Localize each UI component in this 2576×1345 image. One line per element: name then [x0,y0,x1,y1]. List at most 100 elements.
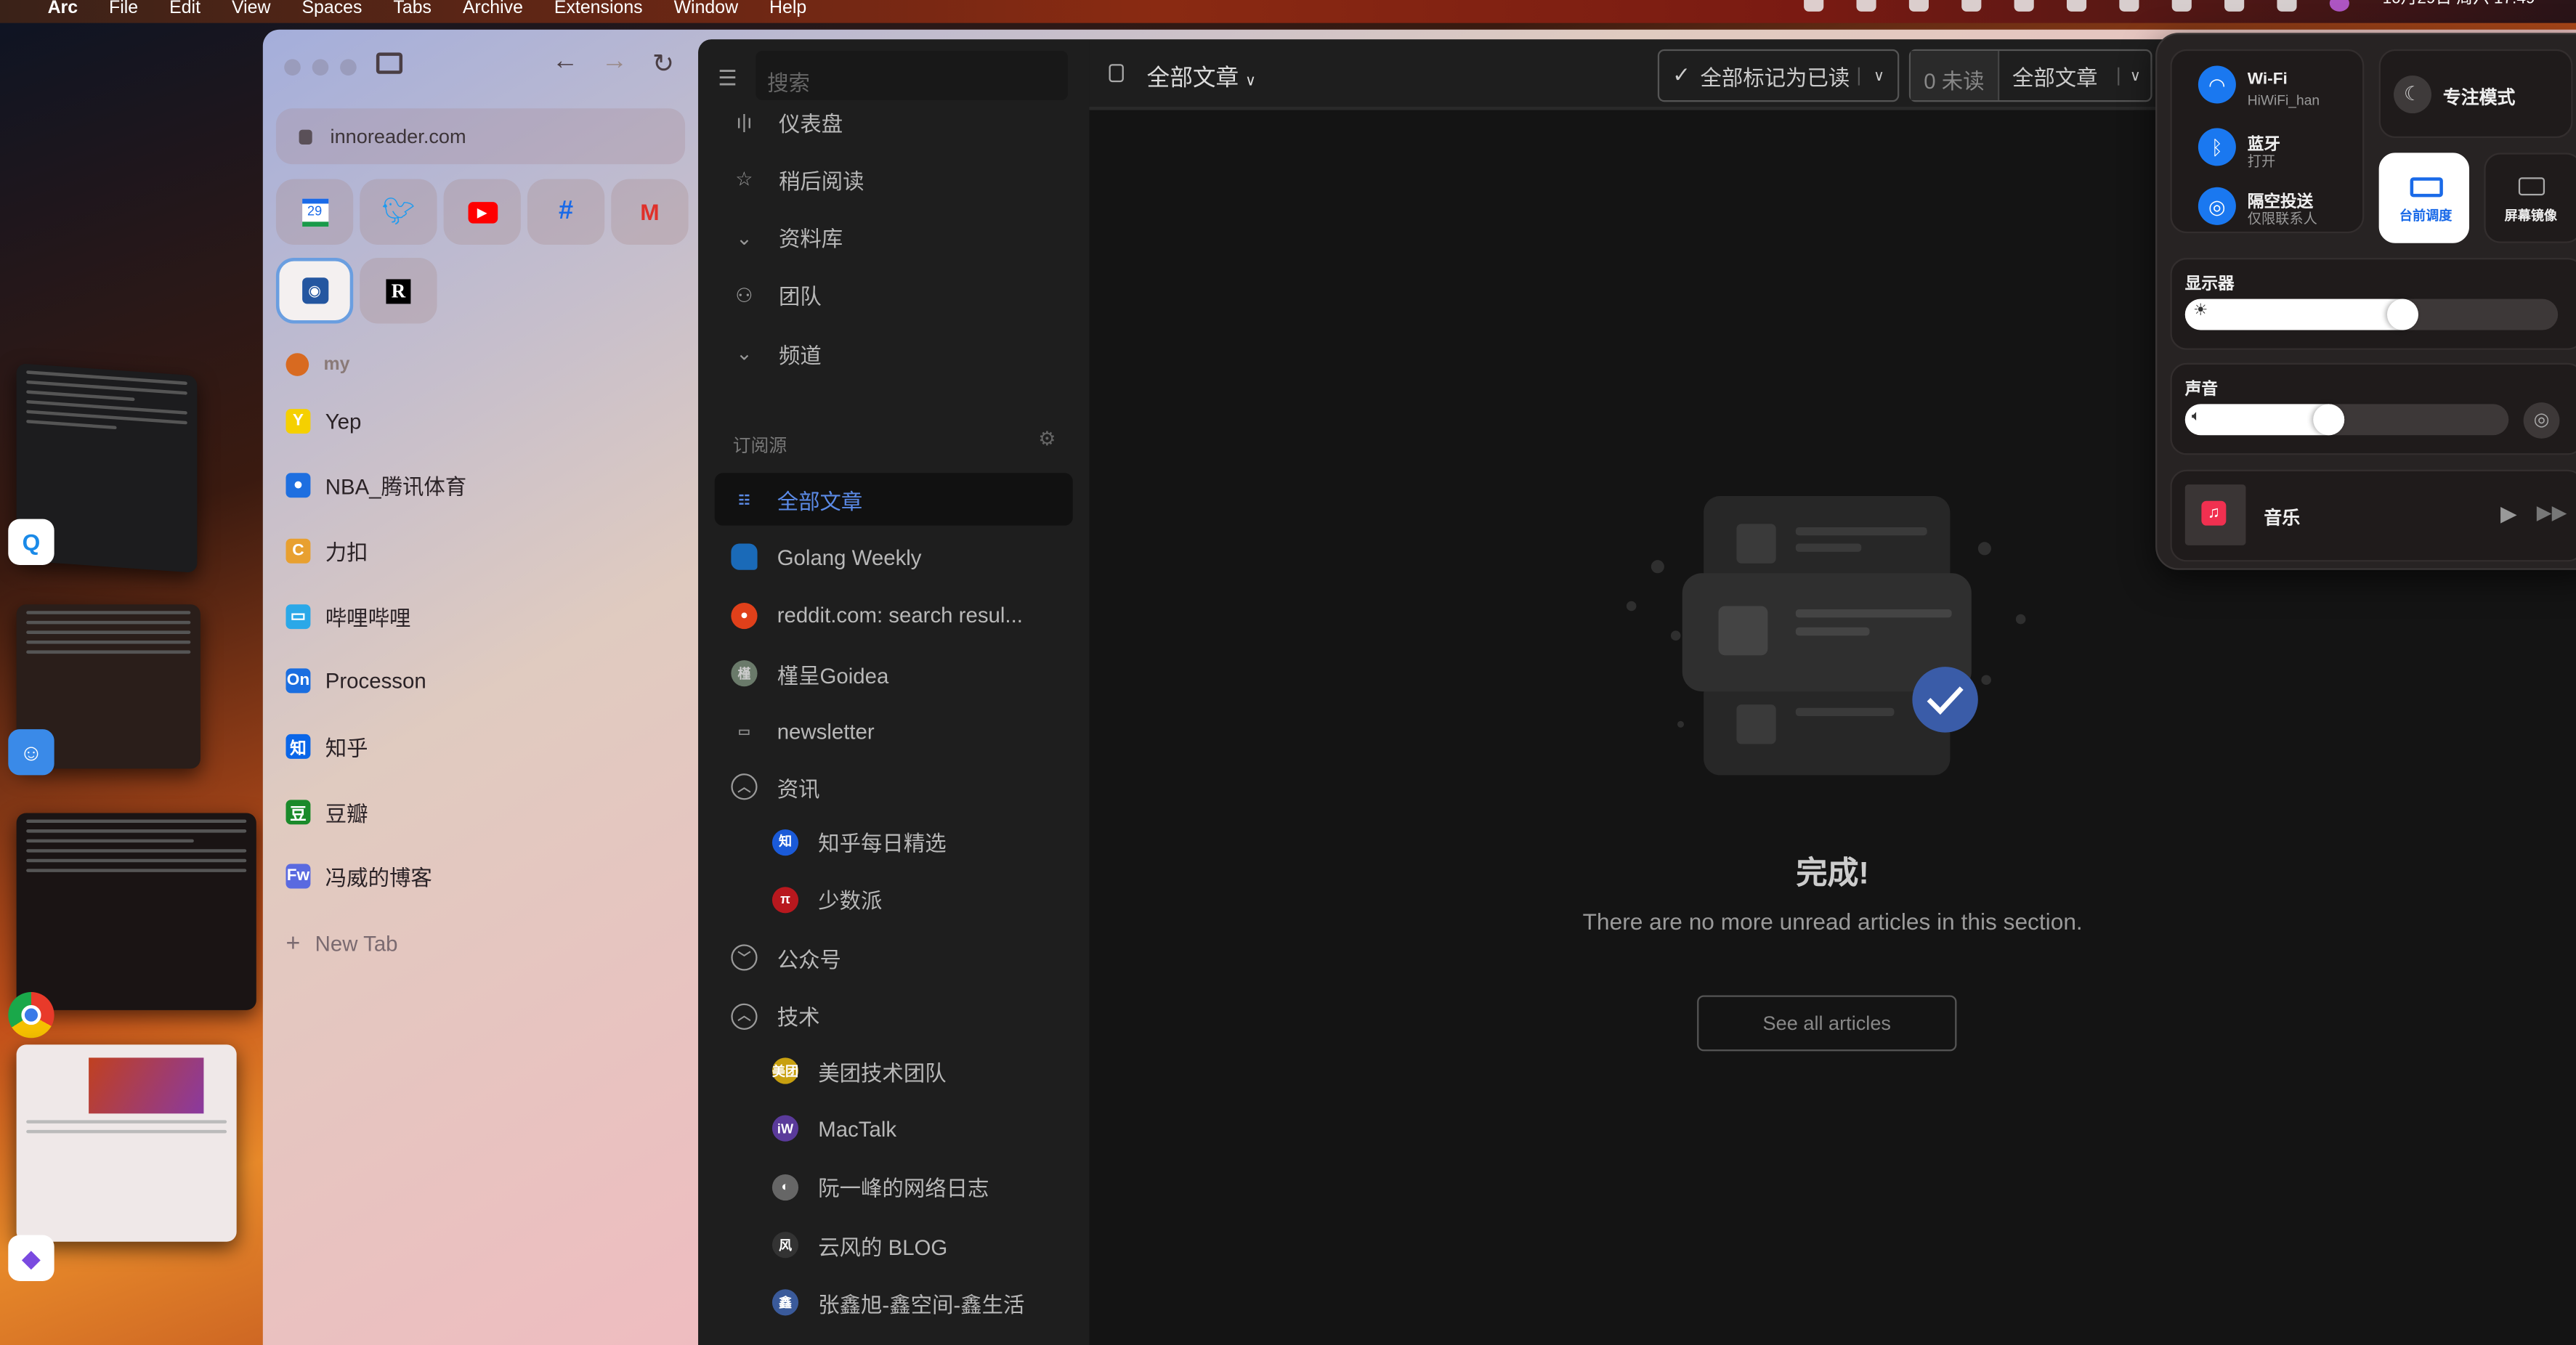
feed-item[interactable]: 知知乎每日精选 [771,825,947,858]
stage-window-thumbnail[interactable] [16,813,256,1010]
favorite-slack[interactable]: # [527,179,605,245]
nav-item[interactable]: ı|ı 仪表盘 [731,105,843,138]
sidebar-tab[interactable]: Fw 冯威的博客 [285,861,432,893]
folder-item[interactable]: ﹀ 公众号 [731,941,841,974]
siri-icon[interactable] [2330,0,2350,12]
app-icon-qq[interactable]: Q [8,519,54,565]
folder-item[interactable]: ︿ 资讯 [731,771,820,803]
chevron-down-icon[interactable]: ∨ [2118,66,2150,85]
status-icon[interactable] [1909,0,1929,12]
app-icon-finder[interactable]: ☺ [8,729,54,776]
favorite-twitter[interactable]: 🐦︎ [360,179,437,245]
fast-forward-icon[interactable]: ▶▶ [2537,501,2567,524]
nav-item[interactable]: ⚇ 团队 [731,279,822,312]
back-arrow-icon[interactable]: ← [552,48,578,78]
menu-app[interactable]: Arc [48,0,78,17]
folder-my[interactable]: my [285,348,349,381]
chevron-circle-icon[interactable]: ︿ [731,1002,758,1030]
volume-knob[interactable] [2312,404,2344,436]
airdrop-toggle[interactable]: ◎ [2198,187,2236,225]
stage-window-thumbnail[interactable] [16,1044,237,1242]
forward-arrow-icon[interactable]: → [602,48,628,78]
feed-item[interactable]: 美团 美团技术团队 [771,1055,947,1087]
favorite-inoreader[interactable]: ◉ [275,258,354,324]
menu-file[interactable]: File [109,0,138,17]
hamburger-menu-icon[interactable]: ☰ [718,65,737,92]
control-center-icon[interactable] [2277,0,2297,12]
feed-item[interactable]: ◐ 阮一峰的网络日志 [771,1171,989,1203]
sidebar-toggle-icon[interactable] [376,52,403,74]
feed-item[interactable]: 槿槿呈Goidea [731,657,888,690]
status-icon[interactable] [1961,0,1982,12]
mark-all-read-button[interactable]: ✓ 全部标记为已读 ∨ [1657,49,1900,102]
feed-item[interactable]: ● reddit.com: search resul... [731,599,1023,632]
menu-spaces[interactable]: Spaces [301,0,362,17]
close-button[interactable] [284,59,301,76]
nav-item[interactable]: ⌄ 频道 [731,337,822,370]
status-icon[interactable] [1804,0,1824,12]
see-all-articles-button[interactable]: See all articles [1697,995,1957,1052]
nav-item[interactable]: ⌄ 资料库 [731,221,843,253]
menu-tabs[interactable]: Tabs [393,0,432,17]
chevron-circle-icon[interactable]: ︿ [731,773,758,800]
airplay-audio-icon[interactable]: ◎ [2523,402,2560,439]
battery-icon[interactable] [2119,0,2139,12]
favorite-gmail[interactable]: M [611,179,689,245]
folder-item[interactable]: ︿ 技术 [731,999,820,1032]
menu-archive[interactable]: Archive [463,0,523,17]
feed-item[interactable]: 鑫张鑫旭-鑫空间-鑫生活 [771,1286,1024,1319]
favorite-youtube[interactable]: ▶ [443,179,521,245]
favorite-google-calendar[interactable]: 29 [275,179,354,245]
sidebar-tab[interactable]: ● NBA_腾讯体育 [285,469,466,502]
window-controls[interactable] [284,59,357,76]
menu-window[interactable]: Window [674,0,738,17]
sidebar-tab[interactable]: 豆豆瓣 [285,795,368,828]
chevron-down-icon[interactable]: ∨ [1858,66,1884,85]
minimize-button[interactable] [312,59,329,76]
feed-item[interactable]: iW MacTalk [771,1113,896,1145]
menu-view[interactable]: View [232,0,270,17]
chevron-circle-icon[interactable]: ﹀ [731,944,758,971]
menu-extensions[interactable]: Extensions [554,0,643,17]
menu-edit[interactable]: Edit [169,0,201,17]
feed-item[interactable]: Golang Weekly [731,541,922,574]
feed-item[interactable]: ☷ 全部文章 [731,483,862,516]
sidebar-tab[interactable]: ▭ 哔哩哔哩 [285,600,410,633]
search-input[interactable]: 搜索 [756,51,1068,100]
brightness-slider[interactable]: ☀ [2184,298,2559,330]
nav-item[interactable]: ☆ 稍后阅读 [731,163,864,196]
wifi-icon[interactable] [2172,0,2192,12]
feed-item[interactable]: π 少数派 [771,883,882,916]
bluetooth-toggle[interactable]: ᛒ [2198,128,2236,166]
focus-tile[interactable]: ☾ 专注模式 [2378,49,2573,138]
filter-dropdown[interactable]: 全部文章 [1999,60,2111,92]
zoom-button[interactable] [340,59,357,76]
new-tab-button[interactable]: + New Tab [286,926,398,959]
menu-help[interactable]: Help [769,0,806,17]
gear-icon[interactable]: ⚙ [1038,427,1056,450]
play-icon[interactable]: ▶ [2500,501,2517,527]
url-bar[interactable]: innoreader.com [275,108,686,165]
stage-manager-tile[interactable]: 台前调度 [2378,153,2470,243]
app-icon-obsidian[interactable]: ◆ [8,1235,54,1281]
bluetooth-icon[interactable] [2067,0,2087,12]
volume-icon[interactable] [2014,0,2035,12]
sidebar-tab[interactable]: Y Yep [285,404,361,436]
wifi-toggle[interactable]: ◠ [2198,65,2236,104]
sidebar-tab[interactable]: 知知乎 [285,730,368,763]
clock[interactable]: 10月29日 周六 17:49 [2383,0,2535,8]
reload-icon[interactable]: ↻ [652,48,674,81]
sidebar-tab[interactable]: C 力扣 [285,535,368,567]
status-icon[interactable] [1856,0,1877,12]
feed-item[interactable]: 风云风的 BLOG [771,1229,947,1261]
search-icon[interactable] [2224,0,2245,12]
app-icon-chrome[interactable] [8,991,54,1039]
view-title-dropdown[interactable]: 全部文章 ∨ [1147,61,1256,94]
feed-item[interactable]: ▭ newsletter [731,715,875,748]
brightness-knob[interactable] [2386,298,2418,330]
favorite-readwise[interactable]: R [360,258,437,324]
volume-slider[interactable]: 🔈︎ [2184,404,2509,436]
sidebar-tab[interactable]: On Processon [285,665,426,697]
unread-count-toggle[interactable]: 0 未读 [1911,51,1999,100]
screen-mirror-tile[interactable]: 屏幕镜像 [2484,153,2576,243]
